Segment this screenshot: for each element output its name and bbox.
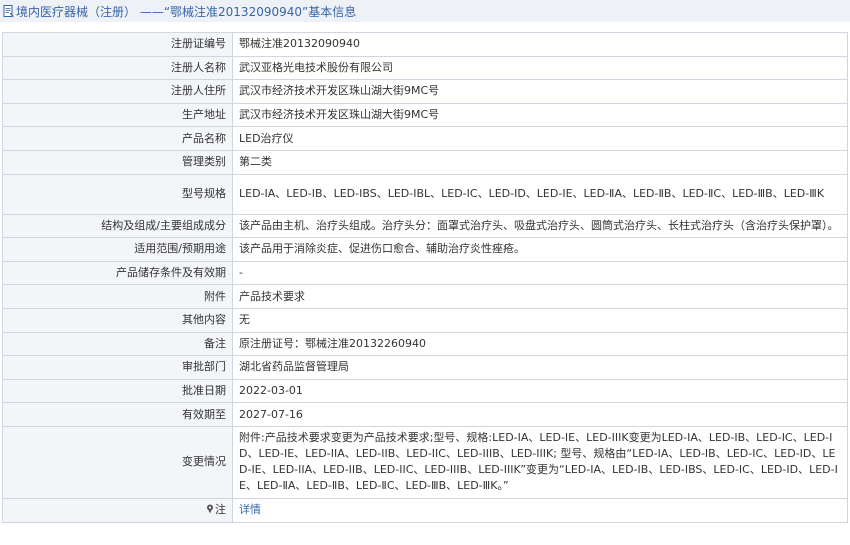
table-row: 审批部门 湖北省药品监督管理局 bbox=[2, 355, 848, 380]
table-row: 生产地址 武汉市经济技术开发区珠山湖大街9MC号 bbox=[2, 102, 848, 128]
row-value: 2022-03-01 bbox=[232, 378, 848, 404]
row-value: 湖北省药品监督管理局 bbox=[232, 355, 848, 380]
table-row: 批准日期 2022-03-01 bbox=[2, 378, 848, 404]
row-value: 武汉市经济技术开发区珠山湖大街9MC号 bbox=[232, 102, 848, 128]
row-value: 2027-07-16 bbox=[232, 402, 848, 427]
details-link[interactable]: 详情 bbox=[239, 503, 261, 516]
row-value: 详情 bbox=[232, 497, 848, 523]
table-row: 适用范围/预期用途 该产品用于消除炎症、促进伤口愈合、辅助治疗炎性痤疮。 bbox=[2, 237, 848, 262]
row-label: 管理类别 bbox=[2, 149, 233, 175]
row-label: 适用范围/预期用途 bbox=[2, 237, 233, 262]
row-label: 注册证编号 bbox=[2, 32, 233, 57]
note-label: 注 bbox=[2, 497, 233, 523]
table-row: 注册人住所 武汉市经济技术开发区珠山湖大街9MC号 bbox=[2, 79, 848, 104]
info-table: 注册证编号 鄂械注准20132090940 注册人名称 武汉亚格光电技术股份有限… bbox=[2, 32, 848, 523]
table-row: 型号规格 LED-ⅠA、LED-ⅠB、LED-ⅠBS、LED-ⅠBL、LED-Ⅰ… bbox=[2, 173, 848, 215]
row-value: 无 bbox=[232, 307, 848, 333]
row-label: 批准日期 bbox=[2, 378, 233, 404]
table-row: 结构及组成/主要组成成分 该产品由主机、治疗头组成。治疗头分：面罩式治疗头、吸盘… bbox=[2, 213, 848, 239]
row-value: 该产品用于消除炎症、促进伤口愈合、辅助治疗炎性痤疮。 bbox=[232, 237, 848, 262]
table-row: 有效期至 2027-07-16 bbox=[2, 402, 848, 427]
row-value: 产品技术要求 bbox=[232, 284, 848, 309]
page-header: 境内医疗器械（注册） ——“鄂械注准20132090940”基本信息 bbox=[0, 0, 850, 22]
row-value: 武汉市经济技术开发区珠山湖大街9MC号 bbox=[232, 79, 848, 104]
table-row: 注册人名称 武汉亚格光电技术股份有限公司 bbox=[2, 55, 848, 81]
row-label: 变更情况 bbox=[2, 425, 233, 499]
pin-icon bbox=[206, 503, 214, 514]
table-row: 产品名称 LED治疗仪 bbox=[2, 126, 848, 151]
row-value: LED治疗仪 bbox=[232, 126, 848, 151]
row-value: 该产品由主机、治疗头组成。治疗头分：面罩式治疗头、吸盘式治疗头、圆筒式治疗头、长… bbox=[232, 213, 848, 239]
table-row: 注 详情 bbox=[2, 497, 848, 523]
row-value: - bbox=[232, 260, 848, 286]
page-title: 境内医疗器械（注册） ——“鄂械注准20132090940”基本信息 bbox=[16, 4, 357, 19]
row-value: 附件:产品技术要求变更为产品技术要求;型号、规格:LED-IA、LED-IE、L… bbox=[232, 425, 848, 499]
row-label: 其他内容 bbox=[2, 307, 233, 333]
row-value: LED-ⅠA、LED-ⅠB、LED-ⅠBS、LED-ⅠBL、LED-ⅠC、LED… bbox=[232, 173, 848, 215]
row-label: 产品名称 bbox=[2, 126, 233, 151]
page: 境内医疗器械（注册） ——“鄂械注准20132090940”基本信息 注册证编号… bbox=[0, 0, 850, 545]
row-label: 注册人住所 bbox=[2, 79, 233, 104]
row-label: 注册人名称 bbox=[2, 55, 233, 81]
row-label: 审批部门 bbox=[2, 355, 233, 380]
row-label: 型号规格 bbox=[2, 173, 233, 215]
row-value: 第二类 bbox=[232, 149, 848, 175]
table-row: 管理类别 第二类 bbox=[2, 149, 848, 175]
row-label: 产品储存条件及有效期 bbox=[2, 260, 233, 286]
row-label: 有效期至 bbox=[2, 402, 233, 427]
row-value: 鄂械注准20132090940 bbox=[232, 32, 848, 57]
note-label-text: 注 bbox=[215, 503, 226, 517]
row-value: 原注册证号：鄂械注准20132260940 bbox=[232, 331, 848, 357]
row-label: 生产地址 bbox=[2, 102, 233, 128]
row-label: 结构及组成/主要组成成分 bbox=[2, 213, 233, 239]
table-row: 变更情况 附件:产品技术要求变更为产品技术要求;型号、规格:LED-IA、LED… bbox=[2, 425, 848, 499]
table-row: 产品储存条件及有效期 - bbox=[2, 260, 848, 286]
row-label: 附件 bbox=[2, 284, 233, 309]
table-row: 附件 产品技术要求 bbox=[2, 284, 848, 309]
table-row: 其他内容 无 bbox=[2, 307, 848, 333]
row-label: 备注 bbox=[2, 331, 233, 357]
row-value: 武汉亚格光电技术股份有限公司 bbox=[232, 55, 848, 81]
table-row: 注册证编号 鄂械注准20132090940 bbox=[2, 32, 848, 57]
document-icon bbox=[2, 5, 14, 17]
table-row: 备注 原注册证号：鄂械注准20132260940 bbox=[2, 331, 848, 357]
